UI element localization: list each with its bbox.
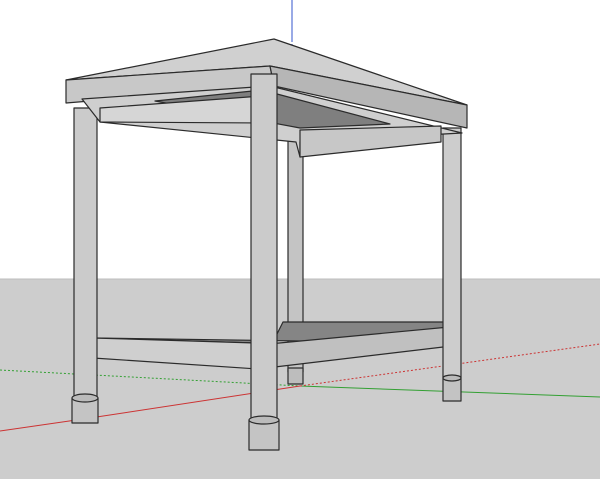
3d-model-viewport[interactable] (0, 0, 600, 479)
right-leg[interactable] (442, 127, 462, 402)
left-leg[interactable] (71, 107, 99, 424)
scene-canvas[interactable] (0, 0, 600, 479)
front-leg[interactable] (248, 73, 280, 451)
